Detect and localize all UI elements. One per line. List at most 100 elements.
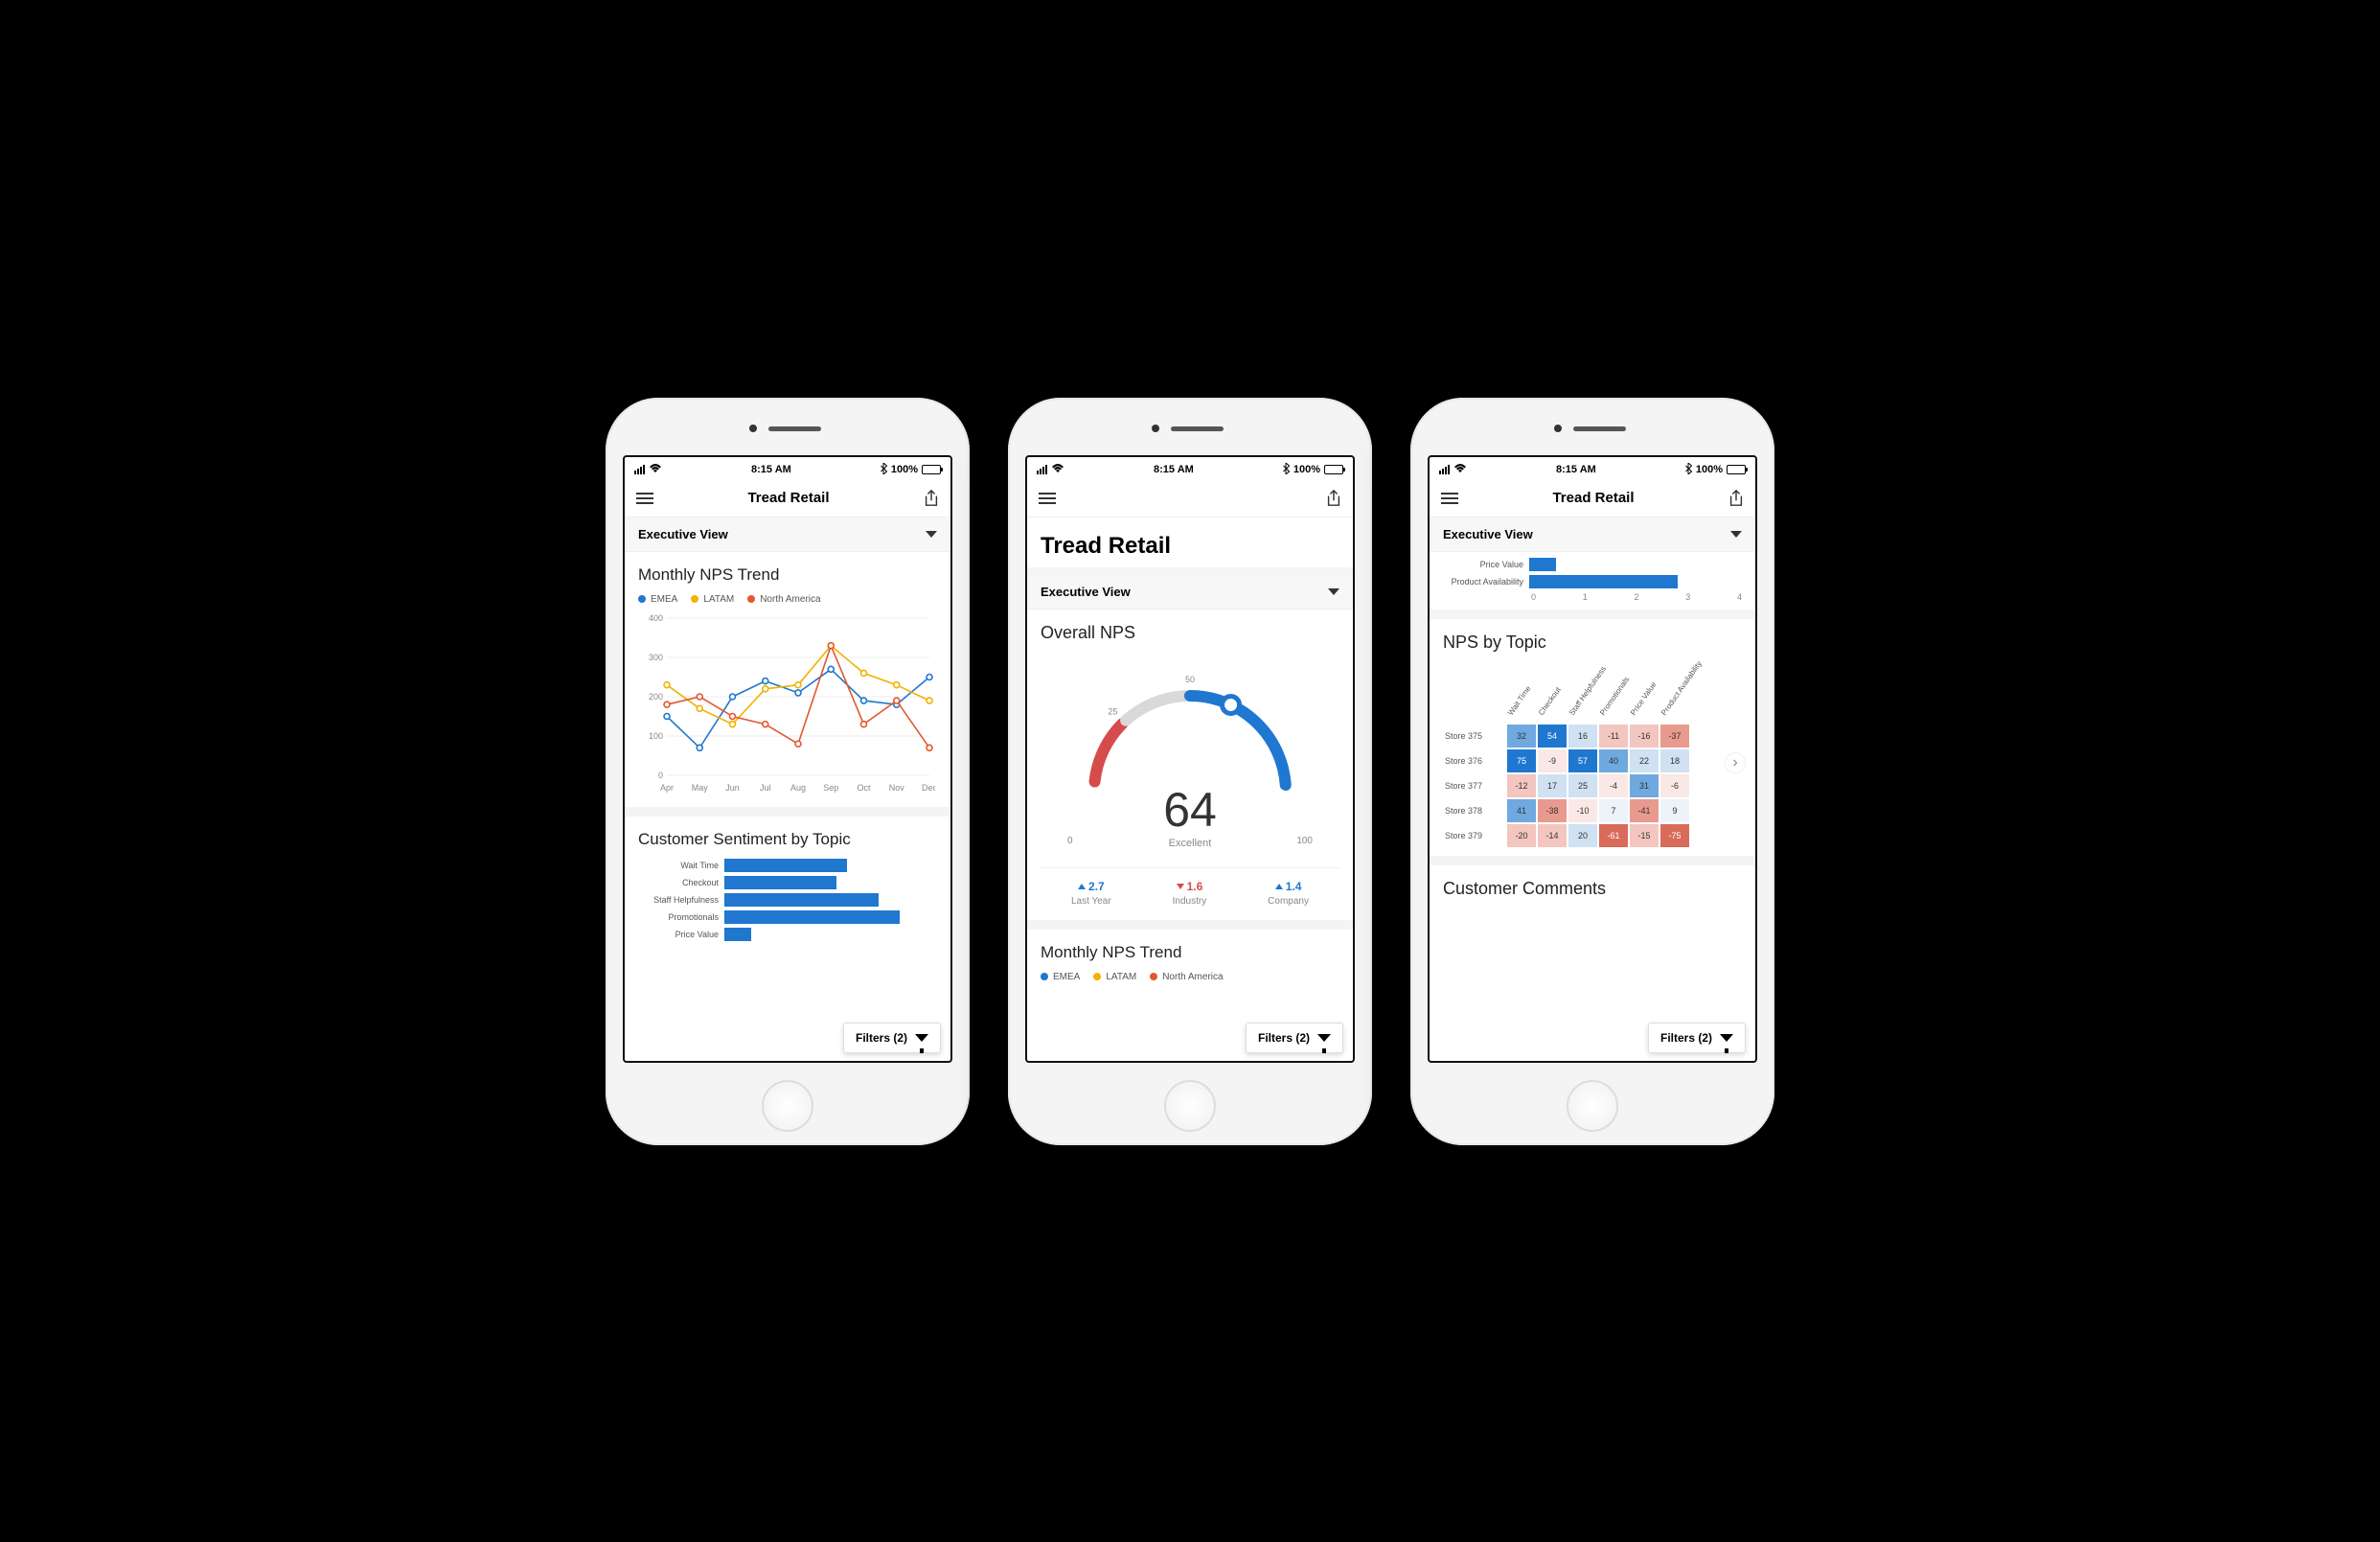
filters-button[interactable]: Filters (2)	[1648, 1023, 1746, 1053]
svg-text:Jul: Jul	[760, 783, 771, 793]
heatmap-row: Store 377-121725-431-6	[1443, 773, 1742, 798]
heatmap-cell[interactable]: 32	[1506, 724, 1537, 748]
legend-item: North America	[1150, 972, 1223, 982]
share-icon[interactable]	[1728, 490, 1744, 507]
heatmap-cell[interactable]: -12	[1506, 773, 1537, 798]
heatmap-cell[interactable]: 75	[1506, 748, 1537, 773]
filters-label: Filters (2)	[1660, 1031, 1712, 1045]
battery-text: 100%	[1696, 464, 1723, 475]
heatmap-cell[interactable]: 25	[1568, 773, 1598, 798]
delta-industry: 1.6	[1173, 880, 1207, 893]
home-button[interactable]	[1567, 1080, 1618, 1132]
heatmap-cell[interactable]: 16	[1568, 724, 1598, 748]
share-icon[interactable]	[1326, 490, 1341, 507]
heatmap-cell[interactable]: -38	[1537, 798, 1568, 823]
svg-text:300: 300	[649, 653, 663, 662]
heatmap-cell[interactable]: -11	[1598, 724, 1629, 748]
bluetooth-icon	[881, 463, 887, 477]
section-dropdown[interactable]: Executive View	[1027, 575, 1353, 610]
battery-text: 100%	[891, 464, 918, 475]
heatmap-next-button[interactable]: ›	[1725, 752, 1746, 773]
filter-icon	[1720, 1034, 1733, 1042]
heatmap-cell[interactable]: -9	[1537, 748, 1568, 773]
legend-item: North America	[747, 594, 820, 605]
svg-text:0: 0	[658, 771, 663, 780]
card-customer-comments-peek: Customer Comments	[1430, 865, 1755, 916]
chevron-down-icon	[926, 531, 937, 538]
heatmap-cell[interactable]: -4	[1598, 773, 1629, 798]
home-button[interactable]	[762, 1080, 813, 1132]
heatmap-cell[interactable]: -75	[1659, 823, 1690, 848]
phone-mockup-2: 8:15 AM 100% Tread Retail Executive View	[1008, 398, 1372, 1145]
line-chart-legend: EMEALATAMNorth America	[1041, 972, 1339, 982]
bar-row: Price Value	[1447, 558, 1742, 571]
signal-icon	[634, 465, 645, 474]
heatmap-cell[interactable]: 54	[1537, 724, 1568, 748]
heatmap-cell[interactable]: -6	[1659, 773, 1690, 798]
bar-row: Wait Time	[642, 859, 937, 872]
heatmap-cell[interactable]: -41	[1629, 798, 1659, 823]
svg-text:Sep: Sep	[823, 783, 838, 793]
heatmap-cell[interactable]: -14	[1537, 823, 1568, 848]
svg-text:100: 100	[649, 731, 663, 741]
bar-row: Staff Helpfulness	[642, 893, 937, 907]
scroll-area-3[interactable]: Price Value Product Availability 01234 N…	[1430, 552, 1755, 1061]
heatmap-cell[interactable]: 40	[1598, 748, 1629, 773]
scroll-area-2[interactable]: Tread Retail Executive View Overall NPS …	[1027, 518, 1353, 1061]
svg-text:Apr: Apr	[660, 783, 674, 793]
svg-text:200: 200	[649, 692, 663, 702]
mini-bar-chart: Price Value Product Availability	[1443, 558, 1742, 588]
heatmap-cell[interactable]: -20	[1506, 823, 1537, 848]
card-monthly-nps-trend-peek: Monthly NPS Trend EMEALATAMNorth America	[1027, 930, 1353, 998]
menu-icon[interactable]	[636, 493, 653, 504]
section-dropdown[interactable]: Executive View	[1430, 518, 1755, 552]
filters-button[interactable]: Filters (2)	[1246, 1023, 1343, 1053]
wifi-icon	[649, 463, 662, 476]
menu-icon[interactable]	[1441, 493, 1458, 504]
heatmap-cell[interactable]: 17	[1537, 773, 1568, 798]
signal-icon	[1037, 465, 1047, 474]
section-dropdown[interactable]: Executive View	[625, 518, 950, 552]
line-chart: 0100200300400AprMayJunJulAugSepOctNovDec	[638, 612, 935, 794]
heatmap-cell[interactable]: -61	[1598, 823, 1629, 848]
status-time: 8:15 AM	[1556, 464, 1596, 475]
heatmap-cell[interactable]: 7	[1598, 798, 1629, 823]
chart-title: Monthly NPS Trend	[1041, 943, 1339, 962]
status-bar: 8:15 AM 100%	[1430, 457, 1755, 480]
menu-icon[interactable]	[1039, 493, 1056, 504]
svg-text:25: 25	[1108, 706, 1117, 716]
svg-text:Aug: Aug	[790, 783, 806, 793]
heatmap-cell[interactable]: 9	[1659, 798, 1690, 823]
svg-text:Oct: Oct	[857, 783, 871, 793]
wifi-icon	[1051, 463, 1064, 476]
bar-row: Checkout	[642, 876, 937, 889]
card-title: Customer Comments	[1443, 879, 1742, 899]
svg-text:400: 400	[649, 613, 663, 623]
heatmap-cell[interactable]: 57	[1568, 748, 1598, 773]
status-time: 8:15 AM	[751, 464, 791, 475]
heatmap-cell[interactable]: 20	[1568, 823, 1598, 848]
heatmap-cell[interactable]: 31	[1629, 773, 1659, 798]
heatmap-cell[interactable]: 18	[1659, 748, 1690, 773]
heatmap-cell[interactable]: -15	[1629, 823, 1659, 848]
screen-2: 8:15 AM 100% Tread Retail Executive View	[1025, 455, 1355, 1063]
battery-icon	[1727, 465, 1746, 474]
heatmap-cell[interactable]: -10	[1568, 798, 1598, 823]
chart-title: Monthly NPS Trend	[638, 565, 937, 585]
heatmap-cell[interactable]: -16	[1629, 724, 1659, 748]
filters-button[interactable]: Filters (2)	[843, 1023, 941, 1053]
mini-bar-axis: 01234	[1531, 592, 1742, 602]
heatmap-cell[interactable]: -37	[1659, 724, 1690, 748]
heatmap-cell[interactable]: 41	[1506, 798, 1537, 823]
heatmap-row: Store 37841-38-107-419	[1443, 798, 1742, 823]
share-icon[interactable]	[924, 490, 939, 507]
battery-text: 100%	[1293, 464, 1320, 475]
heatmap-row: Store 379-20-1420-61-15-75	[1443, 823, 1742, 848]
legend-item: EMEA	[638, 594, 677, 605]
triangle-down-icon	[1177, 884, 1184, 889]
heatmap-cell[interactable]: 22	[1629, 748, 1659, 773]
scroll-area-1[interactable]: Monthly NPS Trend EMEALATAMNorth America…	[625, 552, 950, 1061]
home-button[interactable]	[1164, 1080, 1216, 1132]
app-title: Tread Retail	[1552, 490, 1634, 506]
status-time: 8:15 AM	[1154, 464, 1194, 475]
